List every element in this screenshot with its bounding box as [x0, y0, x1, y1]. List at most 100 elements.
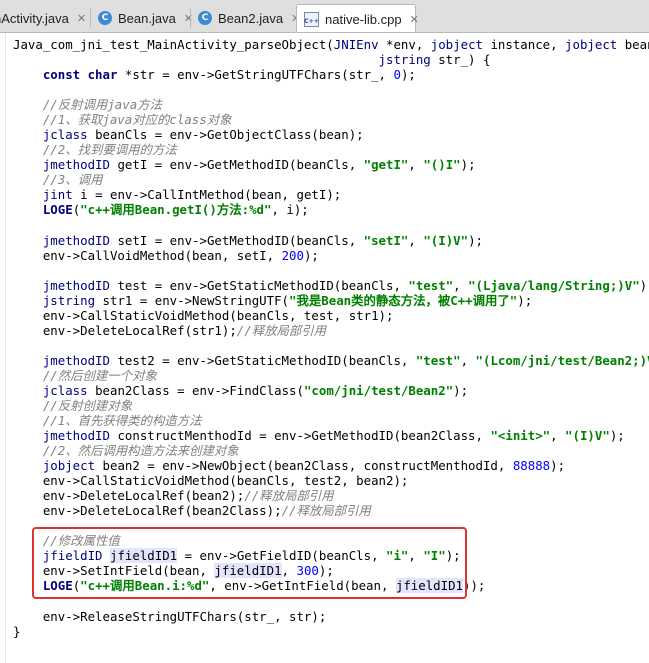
code-token: //反射调用java方法: [13, 97, 162, 113]
code-token: jmethodID: [42, 157, 110, 173]
code-token: "getI": [363, 157, 409, 173]
code-token: instance,: [482, 37, 566, 52]
code-token: //然后创建一个对象: [13, 367, 157, 383]
code-token: //释放局部引用: [236, 322, 327, 338]
code-token: ,: [453, 277, 469, 293]
code-token: );: [639, 277, 649, 293]
code-token: *str = env->GetStringUTFChars(str_,: [117, 67, 394, 83]
code-token: const char: [42, 67, 118, 83]
code-token: "(I)V": [423, 232, 469, 248]
code-token: 200: [281, 247, 304, 263]
code-token: //反射创建对象: [13, 397, 133, 413]
code-token: constructMenthodId = env->GetMethodID(be…: [109, 428, 491, 444]
code-token: "<init>": [490, 428, 551, 444]
code-token: );: [517, 292, 533, 308]
code-token: "setI": [363, 232, 409, 248]
code-line: jclass beanCls = env->GetObjectClass(bea…: [13, 127, 364, 142]
code-token: env->CallStaticVoidMethod(beanCls, test2…: [13, 473, 409, 489]
code-line: //3、调用: [13, 172, 103, 188]
code-token: jobject: [565, 37, 618, 52]
code-line: env->DeleteLocalRef(str1);//释放局部引用: [13, 323, 326, 338]
code-line: const char *str = env->GetStringUTFChars…: [13, 67, 416, 82]
code-token: );: [550, 458, 566, 474]
code-token: );: [468, 232, 483, 248]
code-line: jint i = env->CallIntMethod(bean, getI);: [13, 187, 341, 202]
code-token: jmethodID: [42, 277, 110, 293]
code-line: jstring str1 = env->NewStringUTF("我是Bean…: [13, 293, 532, 308]
code-token: str_) {: [430, 52, 491, 68]
code-token: beanCls = env->GetObjectClass(bean);: [87, 127, 364, 143]
code-token: LOGE: [42, 202, 73, 218]
code-token: env->CallStaticVoidMethod(beanCls, test,…: [13, 307, 394, 323]
code-token: 88888: [512, 458, 551, 474]
highlight-box: [32, 527, 467, 599]
code-token: jmethodID: [42, 232, 110, 248]
code-token: getI = env->GetMethodID(beanCls,: [109, 157, 364, 173]
code-token: env->CallVoidMethod(bean, setI,: [13, 247, 282, 263]
code-token: "test": [408, 277, 454, 293]
code-token: setI = env->GetMethodID(beanCls,: [109, 232, 364, 248]
code-token: "我是Bean类的静态方法，被C++调用了": [289, 292, 518, 308]
code-token: "(I)V": [565, 428, 610, 444]
code-line: env->CallStaticVoidMethod(beanCls, test2…: [13, 473, 409, 489]
code-line: //反射创建对象: [13, 398, 132, 413]
code-line: jmethodID getI = env->GetMethodID(beanCl…: [13, 157, 476, 172]
code-token: jstring: [378, 52, 431, 68]
code-token: ,: [460, 352, 476, 368]
code-token: );: [303, 247, 319, 263]
code-token: //3、调用: [13, 172, 103, 188]
code-token: env->DeleteLocalRef(str1);: [13, 322, 237, 338]
code-line: //1、首先获得类的构造方法: [13, 413, 202, 428]
code-token: );: [453, 382, 469, 398]
code-line: jmethodID constructMenthodId = env->GetM…: [13, 428, 625, 443]
code-line: //反射调用java方法: [13, 97, 162, 112]
code-token: Java_com_jni_test_MainActivity_parseObje…: [13, 37, 334, 52]
code-token: test = env->GetStaticMethodID(beanCls,: [109, 277, 409, 293]
code-line: jmethodID setI = env->GetMethodID(beanCl…: [13, 233, 483, 248]
code-token: "test": [415, 352, 461, 368]
code-token: env->DeleteLocalRef(bean2Class);: [13, 503, 282, 519]
code-token: //2、然后调用构造方法来创建对象: [13, 443, 239, 459]
code-token: jmethodID: [42, 352, 110, 368]
code-token: "c++调用Bean.getI()方法:%d": [80, 202, 272, 218]
code-token: jclass: [42, 127, 88, 143]
code-line: //2、然后调用构造方法来创建对象: [13, 443, 239, 458]
code-token: 0: [393, 67, 401, 83]
code-line: env->ReleaseStringUTFChars(str_, str);: [13, 609, 326, 624]
code-token: bean2 = env->NewObject(bean2Class, const…: [95, 458, 513, 474]
code-token: //释放局部引用: [244, 488, 334, 504]
code-token: bean2Class = env->FindClass(: [87, 382, 304, 398]
code-token: env->ReleaseStringUTFChars(str_, str);: [13, 608, 327, 624]
code-token: , i);: [271, 202, 309, 218]
code-token: ,: [550, 428, 566, 444]
code-token: *env,: [378, 37, 431, 52]
code-token: str1 = env->NewStringUTF(: [95, 292, 290, 308]
code-line: env->CallVoidMethod(bean, setI, 200);: [13, 248, 319, 263]
code-token: );: [460, 157, 476, 173]
code-token: jint: [42, 187, 73, 203]
code-token: }: [13, 623, 21, 639]
code-token: jobject: [430, 37, 483, 52]
code-token: jobject: [42, 458, 96, 474]
code-line: jobject bean2 = env->NewObject(bean2Clas…: [13, 458, 565, 473]
code-line: env->DeleteLocalRef(bean2Class);//释放局部引用: [13, 503, 371, 518]
code-token: "(Ljava/lang/String;)V": [468, 277, 640, 293]
code-token: "(Lcom/jni/test/Bean2;)V": [475, 352, 649, 368]
code-editor[interactable]: nActivity.java ✕ C Bean.java ✕ C Bean2.j…: [0, 0, 649, 663]
code-token: ,: [408, 232, 424, 248]
code-line: jclass bean2Class = env->FindClass("com/…: [13, 383, 468, 398]
code-token: JNIEnv: [333, 37, 379, 52]
code-line: //然后创建一个对象: [13, 368, 157, 383]
code-line: jstring str_) {: [13, 52, 491, 68]
code-token: );: [609, 428, 625, 444]
